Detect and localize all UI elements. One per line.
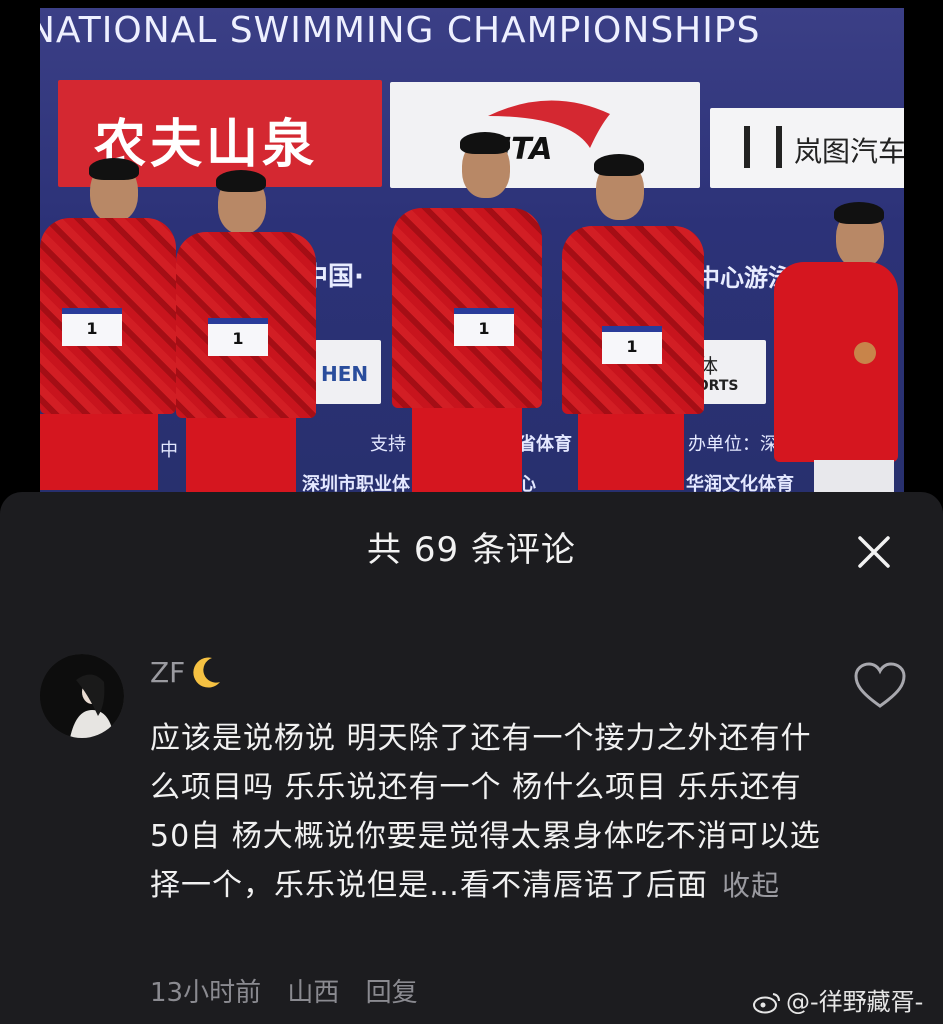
crescent-moon-icon <box>193 657 220 688</box>
athlete-1: 1 <box>40 158 190 494</box>
sponsor-text: 岚图汽车 <box>794 135 904 168</box>
comment-location: 山西 <box>287 978 340 1008</box>
avatar-portrait-icon <box>40 654 124 738</box>
comment-timestamp: 13小时前 <box>150 978 262 1008</box>
close-button[interactable] <box>852 530 896 574</box>
comment-count-title: 共 69 条评论 <box>367 530 576 570</box>
race-bib: 1 <box>602 326 662 364</box>
comment-body: 应该是说杨说 明天除了还有一个接力之外还有什么项目吗 乐乐说还有一个 杨什么项目… <box>150 714 830 910</box>
comment-sheet: 共 69 条评论 ZF 应该是说杨说 明天除了还有一个接力之外还有什么项目吗 乐… <box>0 492 943 1024</box>
race-bib: 1 <box>208 318 268 356</box>
weibo-icon <box>753 993 780 1014</box>
athlete-5 <box>774 202 904 494</box>
heart-outline-icon <box>854 662 906 708</box>
race-bib: 1 <box>454 308 514 346</box>
athlete-2: 1 <box>176 170 326 494</box>
sponsor-text: HEN <box>321 362 369 386</box>
banner-title: NATIONAL SWIMMING CHAMPIONSHIPS <box>40 10 761 51</box>
athlete-3: 1 <box>392 132 552 492</box>
medal <box>854 342 876 364</box>
close-icon <box>858 536 890 568</box>
background-photo: NATIONAL SWIMMING CHAMPIONSHIPS 农夫山泉 NTA… <box>40 8 904 494</box>
race-bib: 1 <box>62 308 122 346</box>
watermark: @-徉野藏胥- <box>752 982 923 1017</box>
sponsor-board-voyah: 岚图汽车 <box>710 108 904 188</box>
collapse-link[interactable]: 收起 <box>722 869 780 902</box>
voyah-logo-icon <box>744 126 782 168</box>
athlete-4: 1 <box>562 154 712 494</box>
like-button[interactable] <box>852 660 908 712</box>
comment-username[interactable]: ZF <box>150 656 185 689</box>
comment-meta: 13小时前 山西 回复 <box>150 972 436 1009</box>
reply-button[interactable]: 回复 <box>366 978 418 1008</box>
comment-text: 应该是说杨说 明天除了还有一个接力之外还有什么项目吗 乐乐说还有一个 杨什么项目… <box>150 721 821 903</box>
watermark-text: @-徉野藏胥- <box>786 988 924 1016</box>
avatar[interactable] <box>40 654 124 738</box>
